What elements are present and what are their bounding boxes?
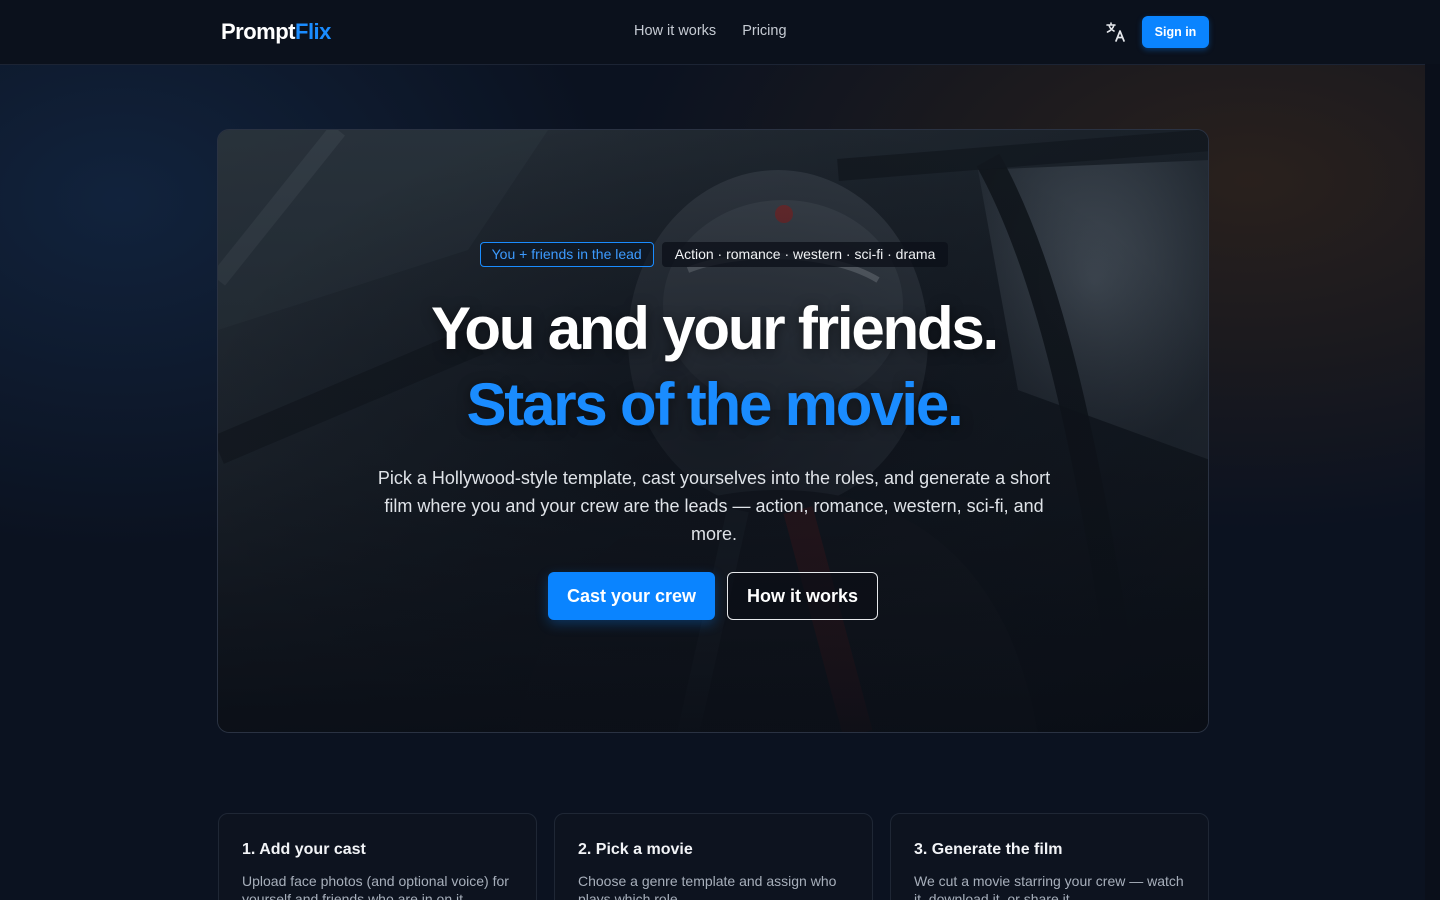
nav-pricing[interactable]: Pricing [742,23,786,39]
step-card-3: 3. Generate the film We cut a movie star… [890,813,1209,900]
step-description: We cut a movie starring your crew — watc… [914,873,1184,900]
hero-headline-line1: You and your friends. [430,295,999,362]
nav-how-it-works[interactable]: How it works [634,23,716,39]
hero-card: You + friends in the lead Action · roman… [217,129,1209,733]
brand-name-prompt: Prompt [221,19,296,44]
step-description: Choose a genre template and assign who p… [578,873,837,900]
translate-icon-glyph [1106,22,1125,42]
step-title: 1. Add your cast [242,841,366,858]
cast-your-crew-button[interactable]: Cast your crew [548,572,715,620]
brand-name-flix: Flix [295,19,331,44]
brand-logo[interactable]: PromptFlix [221,19,331,45]
step-title: 2. Pick a movie [578,841,693,858]
translate-icon[interactable] [1104,20,1128,44]
step-title: 3. Generate the film [914,841,1063,858]
step-card-1: 1. Add your cast Upload face photos (and… [218,813,537,900]
pill-genres: Action · romance · western · sci-fi · dr… [661,242,949,267]
step-card-2: 2. Pick a movie Choose a genre template … [554,813,873,900]
how-it-works-button[interactable]: How it works [727,572,878,620]
site-header: PromptFlix How it works Pricing Sign in [0,0,1440,65]
page-scrollbar[interactable] [1425,64,1440,900]
step-description: Upload face photos (and optional voice) … [242,873,509,900]
main-nav: How it works Pricing [634,23,787,39]
sign-in-button[interactable]: Sign in [1142,16,1209,48]
hero-pills: You + friends in the lead Action · roman… [218,242,1208,267]
hero-headline-line2: Stars of the movie. [466,371,963,438]
pill-friends-in-lead: You + friends in the lead [479,242,654,267]
page: PromptFlix How it works Pricing Sign in [0,0,1440,900]
hero-subtext: Pick a Hollywood-style template, cast yo… [377,468,1051,544]
